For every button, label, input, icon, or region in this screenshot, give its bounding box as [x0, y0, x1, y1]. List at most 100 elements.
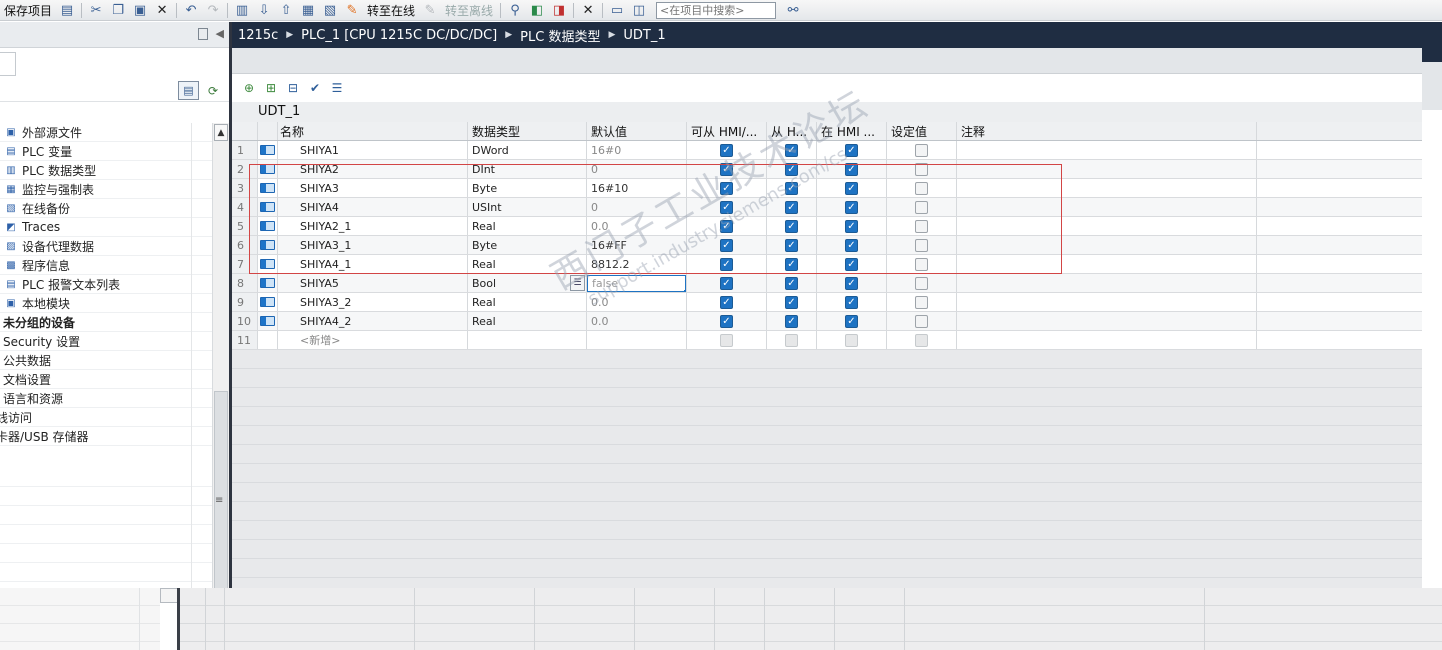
search-project-icon[interactable]: ⚯ — [782, 1, 804, 19]
hmi-accessible-cell[interactable]: ✓ — [687, 236, 767, 254]
hmi-visible-cell[interactable]: ✓ — [817, 179, 887, 197]
table-row[interactable]: 4 SHIYA4 USInt 0 ✓ ✓ ✓ — [232, 198, 1422, 217]
hmi-writable-checkbox[interactable]: ✓ — [785, 314, 798, 328]
table-row[interactable]: 9 SHIYA3_2 Real 0.0 ✓ ✓ ✓ — [232, 293, 1422, 312]
name-cell[interactable]: SHIYA4 — [278, 198, 468, 216]
data-type-cell[interactable]: Real — [468, 293, 587, 311]
header-data-type[interactable]: 数据类型 — [468, 122, 587, 140]
comment-cell[interactable] — [957, 274, 1257, 292]
tree-item[interactable]: ▥ PLC 数据类型 — [0, 161, 212, 180]
hmi-visible-checkbox[interactable]: ✓ — [845, 314, 858, 328]
hmi-visible-checkbox[interactable]: ✓ — [845, 295, 858, 309]
hmi-visible-cell[interactable]: ✓ — [817, 293, 887, 311]
comment-cell[interactable] — [957, 179, 1257, 197]
hmi-visible-checkbox[interactable]: ✓ — [845, 181, 858, 195]
setpoint-cell[interactable] — [887, 179, 957, 197]
comment-cell[interactable] — [957, 198, 1257, 216]
collapse-panel-icon[interactable]: ◀ — [216, 27, 224, 40]
add-new-row[interactable]: 11 <新增> — [232, 331, 1422, 350]
setpoint-cell[interactable] — [887, 293, 957, 311]
bottom-scroll-button[interactable] — [160, 588, 178, 603]
refresh-tree-icon[interactable]: ⟳ — [203, 81, 223, 100]
default-value-cell[interactable]: 16#FF — [587, 236, 687, 254]
tree-item[interactable]: 语言和资源 — [0, 389, 212, 408]
setpoint-checkbox[interactable] — [915, 181, 928, 195]
default-value-cell[interactable]: 0 — [587, 160, 687, 178]
scroll-up-icon[interactable]: ▲ — [214, 124, 228, 141]
go-online-button[interactable]: 转至在线 — [363, 2, 419, 19]
add-new-cell[interactable]: <新增> — [278, 331, 468, 349]
name-cell[interactable]: SHIYA3_2 — [278, 293, 468, 311]
default-value-cell[interactable]: 8812.2 — [587, 255, 687, 273]
hmi-accessible-cell[interactable]: ✓ — [687, 217, 767, 235]
hmi-writable-checkbox[interactable]: ✓ — [785, 219, 798, 233]
setpoint-cell[interactable] — [887, 141, 957, 159]
header-accessible-from-hmi[interactable]: 可从 HMI/... — [687, 122, 767, 140]
hmi-accessible-cell[interactable]: ✓ — [687, 293, 767, 311]
hmi-accessible-checkbox[interactable]: ✓ — [720, 143, 733, 157]
hmi-visible-cell[interactable]: ✓ — [817, 255, 887, 273]
hmi-accessible-checkbox[interactable]: ✓ — [720, 200, 733, 214]
hmi-visible-checkbox[interactable]: ✓ — [845, 257, 858, 271]
table-row[interactable]: 8 SHIYA5 Bool ☰ false ✓ ✓ ✓ — [232, 274, 1422, 293]
cut-icon[interactable]: ✂ — [85, 1, 107, 19]
header-default-value[interactable]: 默认值 — [587, 122, 687, 140]
hmi-accessible-cell[interactable]: ✓ — [687, 179, 767, 197]
list-view-icon[interactable]: ☰ — [326, 78, 348, 98]
comment-cell[interactable] — [957, 217, 1257, 235]
tree-item[interactable]: 线访问 — [0, 408, 212, 427]
setpoint-cell[interactable] — [887, 217, 957, 235]
data-type-cell[interactable]: DWord — [468, 141, 587, 159]
hmi-accessible-cell[interactable]: ✓ — [687, 198, 767, 216]
tree-item[interactable]: 卡器/USB 存储器 — [0, 427, 212, 446]
default-value-cell[interactable]: 16#0 — [587, 141, 687, 159]
hmi-visible-checkbox[interactable]: ✓ — [845, 276, 858, 290]
setpoint-checkbox[interactable] — [915, 238, 928, 252]
default-value-cell[interactable]: 0.0 — [587, 312, 687, 330]
tree-item[interactable]: ◩ Traces — [0, 218, 212, 237]
hmi-accessible-checkbox[interactable]: ✓ — [720, 181, 733, 195]
save-project-button[interactable]: 保存项目 — [0, 2, 56, 19]
go-offline-button[interactable]: 转至离线 — [441, 2, 497, 19]
hmi-accessible-cell[interactable]: ✓ — [687, 141, 767, 159]
hmi-writable-checkbox[interactable]: ✓ — [785, 162, 798, 176]
hmi-accessible-checkbox[interactable]: ✓ — [720, 219, 733, 233]
setpoint-checkbox[interactable] — [915, 257, 928, 271]
hmi-visible-checkbox[interactable]: ✓ — [845, 162, 858, 176]
comment-cell[interactable] — [957, 160, 1257, 178]
hmi-writable-cell[interactable]: ✓ — [767, 160, 817, 178]
data-type-cell[interactable]: USInt — [468, 198, 587, 216]
overview-view-icon[interactable]: ▤ — [178, 81, 199, 100]
header-comment[interactable]: 注释 — [957, 122, 1257, 140]
hmi-visible-cell[interactable]: ✓ — [817, 312, 887, 330]
table-row[interactable]: 5 SHIYA2_1 Real 0.0 ✓ ✓ ✓ — [232, 217, 1422, 236]
header-name[interactable]: 名称 — [278, 122, 468, 140]
hmi-writable-checkbox[interactable]: ✓ — [785, 276, 798, 290]
comment-cell[interactable] — [957, 141, 1257, 159]
accessible-devices-icon[interactable]: ⚲ — [504, 1, 526, 19]
close-editor-icon[interactable]: ✕ — [577, 1, 599, 19]
expand-all-icon[interactable]: ⊟ — [282, 78, 304, 98]
cross-reference-icon[interactable]: ◧ — [526, 1, 548, 19]
hmi-accessible-checkbox[interactable]: ✓ — [720, 257, 733, 271]
start-simulation-icon[interactable]: ▧ — [319, 1, 341, 19]
hmi-visible-cell[interactable]: ✓ — [817, 217, 887, 235]
hmi-accessible-checkbox[interactable]: ✓ — [720, 238, 733, 252]
tree-item[interactable]: ▣ 本地模块 — [0, 294, 212, 313]
hmi-accessible-cell[interactable]: ✓ — [687, 255, 767, 273]
table-row[interactable]: 3 SHIYA3 Byte 16#10 ✓ ✓ ✓ — [232, 179, 1422, 198]
hmi-visible-checkbox[interactable]: ✓ — [845, 143, 858, 157]
tree-item[interactable]: 文档设置 — [0, 370, 212, 389]
hmi-writable-checkbox[interactable]: ✓ — [785, 238, 798, 252]
data-type-cell[interactable]: Real — [468, 255, 587, 273]
go-offline-icon[interactable]: ✎ — [419, 1, 441, 19]
tree-item[interactable]: 公共数据 — [0, 351, 212, 370]
name-cell[interactable]: SHIYA1 — [278, 141, 468, 159]
hmi-visible-cell[interactable]: ✓ — [817, 274, 887, 292]
hmi-writable-checkbox[interactable]: ✓ — [785, 181, 798, 195]
devices-tab[interactable] — [0, 52, 16, 76]
paste-icon[interactable]: ▣ — [129, 1, 151, 19]
setpoint-cell[interactable] — [887, 160, 957, 178]
data-type-cell[interactable] — [468, 331, 587, 349]
setpoint-cell[interactable] — [887, 198, 957, 216]
